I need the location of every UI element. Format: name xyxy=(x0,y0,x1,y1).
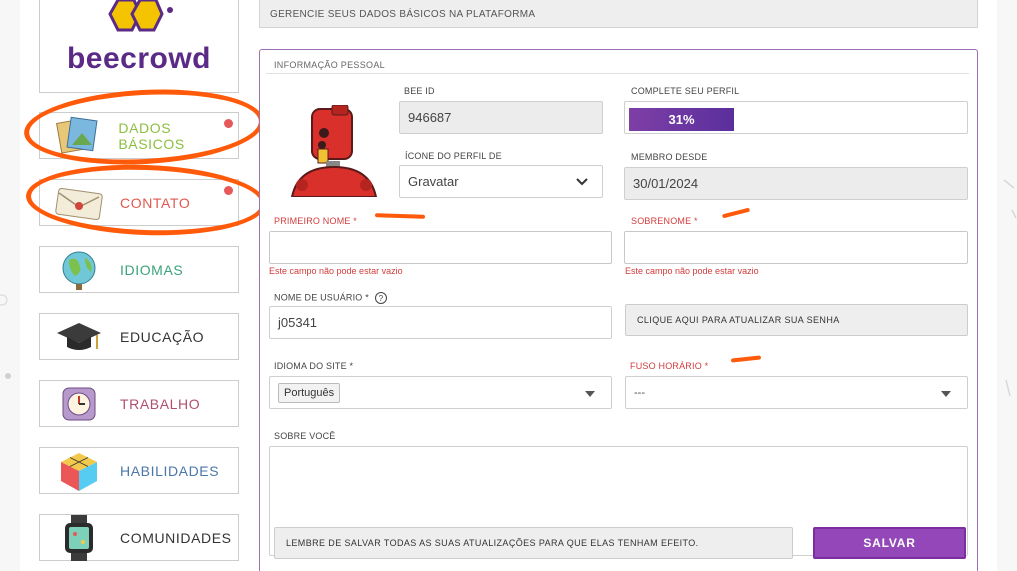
first-name-error: Este campo não pode estar vazio xyxy=(269,266,403,276)
member-since-value: 30/01/2024 xyxy=(633,176,699,191)
site-language-label: IDIOMA DO SITE * xyxy=(274,361,354,371)
globe-icon xyxy=(54,248,104,292)
caret-down-icon xyxy=(941,391,951,397)
robot-avatar-icon xyxy=(290,105,378,197)
background-decoration xyxy=(0,294,11,379)
photos-icon xyxy=(54,114,102,158)
bee-logo-icon xyxy=(108,0,173,32)
save-reminder: LEMBRE DE SALVAR TODAS AS SUAS ATUALIZAÇ… xyxy=(274,527,793,559)
last-name-label: SOBRENOME * xyxy=(631,216,698,226)
update-password-label: CLIQUE AQUI PARA ATUALIZAR SUA SENHA xyxy=(637,315,840,325)
bee-id-field: 946687 xyxy=(399,101,603,134)
section-title: INFORMAÇÃO PESSOAL xyxy=(274,60,385,70)
site-language-select[interactable]: Português xyxy=(269,376,612,409)
bee-id-label: BEE ID xyxy=(404,86,435,96)
first-name-label: PRIMEIRO NOME * xyxy=(274,216,358,226)
chevron-down-icon xyxy=(576,178,588,186)
sidebar-item-label: DADOS BÁSICOS xyxy=(118,119,185,152)
divider xyxy=(266,73,969,74)
sidebar-item-dados-basicos[interactable]: DADOS BÁSICOS xyxy=(39,112,239,159)
cube-icon xyxy=(54,449,104,493)
avatar-source-select[interactable]: Gravatar xyxy=(399,165,603,198)
site-language-tag: Português xyxy=(278,382,341,403)
sidebar-item-trabalho[interactable]: TRABALHO xyxy=(39,380,239,427)
sidebar-item-educacao[interactable]: EDUCAÇÃO xyxy=(39,313,239,360)
last-name-input[interactable] xyxy=(624,231,968,264)
username-label: NOME DE USUÁRIO * xyxy=(274,292,369,303)
sidebar-item-contato[interactable]: CONTATO xyxy=(39,179,239,226)
sidebar-item-label: TRABALHO xyxy=(120,395,201,412)
notification-dot xyxy=(224,119,233,128)
first-name-input[interactable] xyxy=(269,231,612,264)
page-subtitle: GERENCIE SEUS DADOS BÁSICOS NA PLATAFORM… xyxy=(259,0,978,28)
background-decoration xyxy=(1003,179,1017,397)
sidebar-item-label: IDIOMAS xyxy=(120,261,184,278)
help-icon[interactable]: ? xyxy=(374,292,387,304)
page: beecrowd DADOS BÁSICOS CONTATO IDIOMAS E… xyxy=(0,0,1017,571)
logo[interactable]: beecrowd xyxy=(39,0,239,93)
profile-progress-bar: 31% xyxy=(629,108,734,131)
about-label: SOBRE VOCÊ xyxy=(274,431,336,441)
caret-down-icon xyxy=(585,391,595,397)
sidebar-item-label: CONTATO xyxy=(120,194,191,211)
save-reminder-text: LEMBRE DE SALVAR TODAS AS SUAS ATUALIZAÇ… xyxy=(286,538,699,548)
sidebar-item-comunidades[interactable]: COMUNIDADES xyxy=(39,514,239,561)
timezone-select[interactable]: --- xyxy=(625,376,968,409)
update-password-button[interactable]: CLIQUE AQUI PARA ATUALIZAR SUA SENHA xyxy=(625,304,968,336)
complete-profile-label: COMPLETE SEU PERFIL xyxy=(631,86,740,96)
bee-id-value: 946687 xyxy=(408,110,452,125)
member-since-label: MEMBRO DESDE xyxy=(631,152,708,162)
envelope-icon xyxy=(54,181,104,225)
graduation-cap-icon xyxy=(54,315,104,359)
smartwatch-icon xyxy=(54,514,104,561)
save-button[interactable]: SALVAR xyxy=(813,527,966,559)
sidebar-item-label: COMUNIDADES xyxy=(120,529,232,546)
timezone-value: --- xyxy=(634,386,645,399)
sidebar-item-habilidades[interactable]: HABILIDADES xyxy=(39,447,239,494)
sidebar-item-label: HABILIDADES xyxy=(120,462,220,479)
username-value: j05341 xyxy=(278,315,318,330)
username-input[interactable]: j05341 xyxy=(269,306,612,339)
alarm-clock-icon xyxy=(54,382,104,426)
profile-progress-value: 31% xyxy=(668,112,695,127)
sidebar-item-label: EDUCAÇÃO xyxy=(120,328,205,345)
notification-dot xyxy=(224,186,233,195)
avatar-icon-label: ÍCONE DO PERFIL DE xyxy=(405,151,502,161)
brand-name: beecrowd xyxy=(66,42,212,75)
sidebar-item-idiomas[interactable]: IDIOMAS xyxy=(39,246,239,293)
last-name-error: Este campo não pode estar vazio xyxy=(625,266,759,276)
timezone-label: FUSO HORÁRIO * xyxy=(630,361,709,371)
username-label-row: NOME DE USUÁRIO *? xyxy=(274,292,387,304)
avatar-source-value: Gravatar xyxy=(408,174,459,189)
member-since-field: 30/01/2024 xyxy=(624,167,968,200)
